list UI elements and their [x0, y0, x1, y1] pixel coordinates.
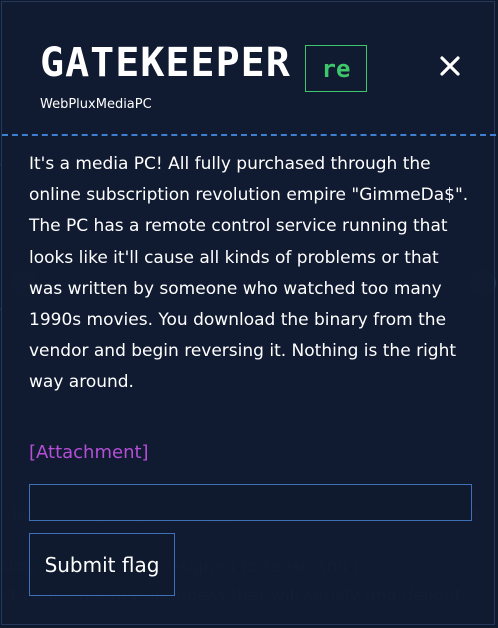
- challenge-modal: GATEKEEPER re WebPluxMediaPC It's a medi…: [1, 1, 496, 625]
- challenge-title: GATEKEEPER: [40, 40, 291, 86]
- close-button[interactable]: [430, 46, 470, 86]
- category-badge: re: [305, 45, 367, 92]
- flag-input[interactable]: [29, 484, 472, 521]
- challenge-subtitle: WebPluxMediaPC: [40, 97, 152, 112]
- challenge-description: It's a media PC! All fully purchased thr…: [29, 154, 469, 393]
- attachment-link[interactable]: [Attachment]: [29, 442, 149, 463]
- submit-flag-button[interactable]: Submit flag: [29, 533, 175, 596]
- divider: [2, 134, 496, 136]
- close-icon: [440, 56, 460, 76]
